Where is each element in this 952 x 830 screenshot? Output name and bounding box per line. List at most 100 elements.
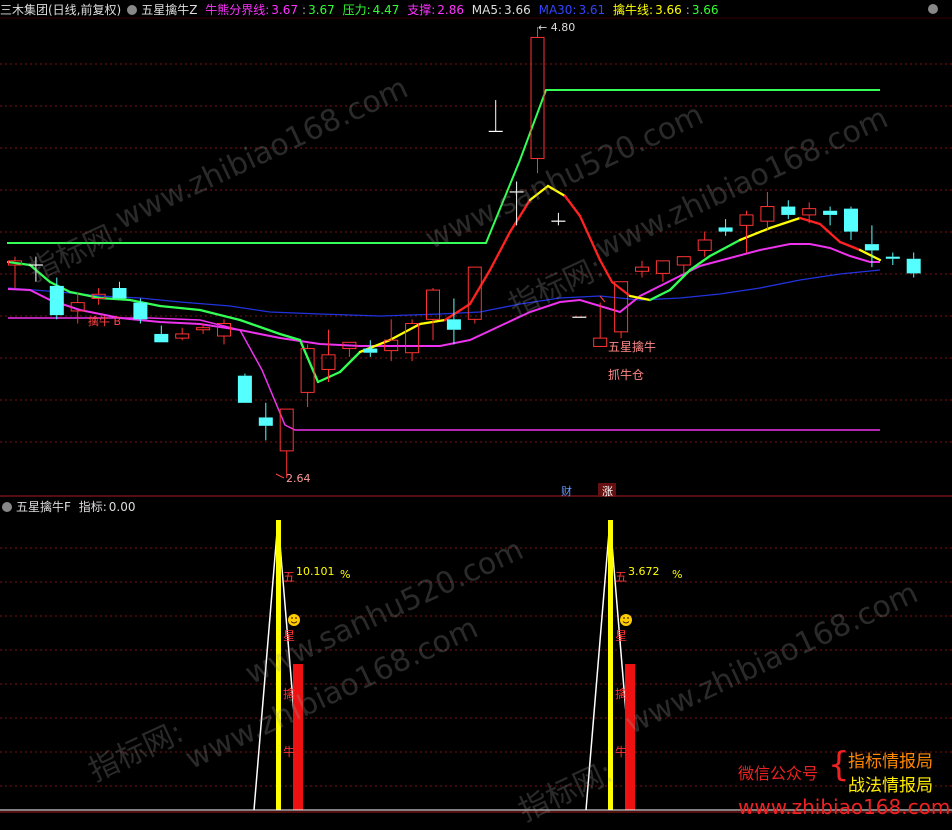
- smiley-eye: [291, 617, 293, 619]
- spike-bar-red: [293, 664, 303, 810]
- candle-up: [321, 354, 336, 370]
- qin-niu-line-segment: [388, 322, 422, 342]
- cai-marker: 财: [561, 484, 572, 498]
- candle-down: [781, 206, 796, 215]
- zhua-niu-label: 抓牛仓: [608, 367, 644, 382]
- candle-up: [175, 333, 190, 339]
- zhang-marker: 涨: [602, 485, 613, 498]
- qin-niu-line-segment: [158, 304, 202, 312]
- candle-down: [112, 287, 127, 299]
- candle-down: [823, 210, 838, 215]
- pct-sign: %: [672, 568, 682, 581]
- candle-down: [154, 333, 169, 343]
- qin-niu-b-label: 擒牛 B: [88, 314, 121, 328]
- chart-window: ← 4.80 2.64 擒牛 B 五星擒牛 抓牛仓财涨 10.101% 五星擒牛 3.672%…: [0, 0, 952, 829]
- qin-niu-line-segment: [798, 216, 822, 226]
- wu-xing-char: 擒: [615, 686, 627, 701]
- promo-brace: {: [828, 745, 850, 785]
- hdr-qinniu-v1: 3.66: [655, 3, 682, 17]
- pct-value: 3.672: [628, 565, 660, 578]
- candle-down: [133, 302, 148, 320]
- qin-niu-line-segment: [688, 254, 712, 272]
- qin-niu-line-segment: [198, 308, 242, 322]
- stock-title[interactable]: 三木集团(日线,前复权): [0, 3, 121, 17]
- qin-niu-line-segment: [858, 248, 882, 262]
- qin-niu-line-segment: [838, 240, 862, 252]
- price-chart[interactable]: ← 4.802.64擒牛 B五星擒牛抓牛仓财 涨10.101 %五星擒牛3.672%…: [0, 0, 952, 822]
- close-panel-icon[interactable]: [928, 4, 938, 14]
- qin-niu-line-segment: [338, 350, 362, 374]
- hdr-bull-bear-label: 牛熊分界线:: [205, 3, 270, 17]
- candle-up: [279, 408, 294, 452]
- candle-down: [885, 256, 900, 259]
- qin-niu-line-segment: [708, 238, 742, 258]
- qin-niu-line-segment: [738, 226, 772, 242]
- support-line: [8, 317, 880, 431]
- qin-niu-line-segment: [818, 222, 842, 244]
- candle-down: [363, 348, 378, 353]
- hdr-pressure-v: 4.47: [372, 3, 400, 17]
- promo-url[interactable]: www.zhibiao168.com: [738, 795, 950, 819]
- candle-down: [718, 227, 733, 232]
- wu-xing-char: 星: [615, 629, 627, 643]
- hdr-pressure-label: 压力:: [342, 3, 371, 17]
- bottom-header: 五星擒牛F 指标: 0.00: [0, 498, 140, 516]
- smiley-eye: [295, 617, 297, 619]
- candle-up: [739, 214, 754, 226]
- hdr-support-label: 支撑:: [407, 3, 436, 17]
- indicator-name-top[interactable]: 五星擒牛Z: [141, 3, 197, 17]
- hdr-qinniu-label: 擒牛线:: [613, 3, 654, 17]
- wu-xing-char: 五: [283, 570, 295, 584]
- promo-line1: 指标情报局: [848, 752, 933, 772]
- qin-niu-line-segment: [468, 268, 492, 306]
- hdr-bull-bear-v1: 3.67: [271, 3, 299, 17]
- hdr-ma5-v: 3.66: [504, 3, 531, 17]
- hdr-support-v: 2.86: [437, 3, 464, 17]
- candle-down: [906, 258, 921, 274]
- candle-down: [844, 208, 858, 232]
- qin-niu-line-segment: [443, 302, 472, 322]
- candle-up: [635, 266, 649, 272]
- indicator-label: 指标:: [78, 500, 107, 514]
- promo-line2: 战法情报局: [848, 776, 933, 796]
- wu-xing-char: 牛: [615, 744, 627, 759]
- candle-down: [49, 285, 64, 316]
- smiley-eye: [623, 617, 625, 619]
- hdr-bull-bear-v2: 3.67: [308, 3, 335, 17]
- promo-wechat: 微信公众号: [738, 764, 819, 783]
- low-arrow: [275, 473, 285, 479]
- candle-down: [446, 319, 461, 330]
- smiley-icon: [288, 614, 300, 626]
- pct-value: 10.101: [296, 565, 335, 578]
- high-price-label: ← 4.80: [538, 21, 575, 34]
- candle-up: [802, 208, 817, 216]
- candle-up: [760, 206, 775, 222]
- wu-xing-label: 五星擒牛: [608, 339, 656, 354]
- qin-niu-line-segment: [768, 216, 802, 230]
- settings-circle-icon-bottom[interactable]: [2, 502, 12, 512]
- hdr-ma5-label: MA5:: [471, 3, 503, 17]
- smiley-eye: [627, 617, 629, 619]
- candle-down: [864, 244, 879, 251]
- wu-xing-char: 牛: [283, 744, 295, 759]
- hdr-ma30-v: 3.61: [578, 3, 606, 17]
- qin-niu-line-segment: [563, 194, 582, 218]
- bull-bear-line: [7, 243, 880, 347]
- qin-niu-line-segment: [488, 230, 512, 272]
- candle-up: [196, 327, 211, 331]
- candle-down: [237, 375, 252, 403]
- hdr-qinniu-v2: 3.66: [691, 3, 719, 17]
- qin-niu-line-segment: [298, 338, 320, 384]
- pct-sign: %: [340, 568, 350, 581]
- indicator-name-bottom[interactable]: 五星擒牛F: [16, 500, 71, 514]
- candle-up: [593, 337, 608, 347]
- candle-up: [655, 260, 670, 274]
- low-price-label: 2.64: [286, 472, 311, 485]
- wu-xing-char: 五: [615, 570, 627, 584]
- candle-down: [258, 417, 273, 426]
- top-header: 三木集团(日线,前复权) 五星擒牛Z 牛熊分界线: 3.67:3.67 压力: 4.4…: [0, 3, 719, 17]
- candle-up: [676, 256, 691, 266]
- settings-circle-icon[interactable]: [127, 5, 138, 15]
- smiley-icon: [620, 614, 632, 626]
- hdr-ma30-label: MA30:: [538, 3, 577, 17]
